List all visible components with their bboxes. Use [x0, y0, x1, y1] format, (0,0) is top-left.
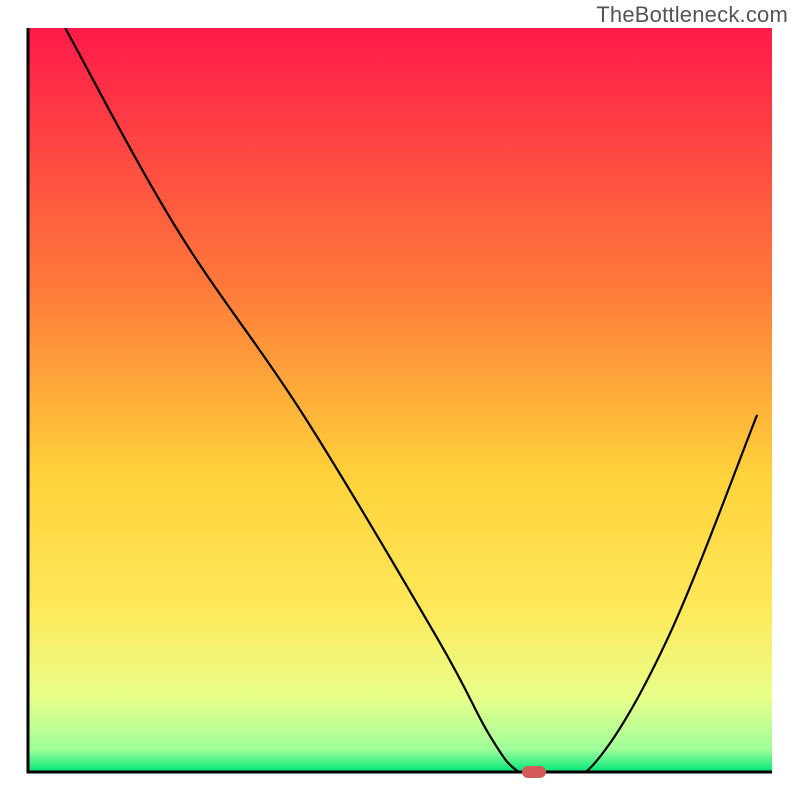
- bottleneck-chart: [0, 0, 800, 800]
- chart-container: TheBottleneck.com: [0, 0, 800, 800]
- gradient-background: [28, 28, 772, 772]
- watermark-text: TheBottleneck.com: [596, 2, 788, 28]
- optimal-point-marker: [522, 766, 546, 778]
